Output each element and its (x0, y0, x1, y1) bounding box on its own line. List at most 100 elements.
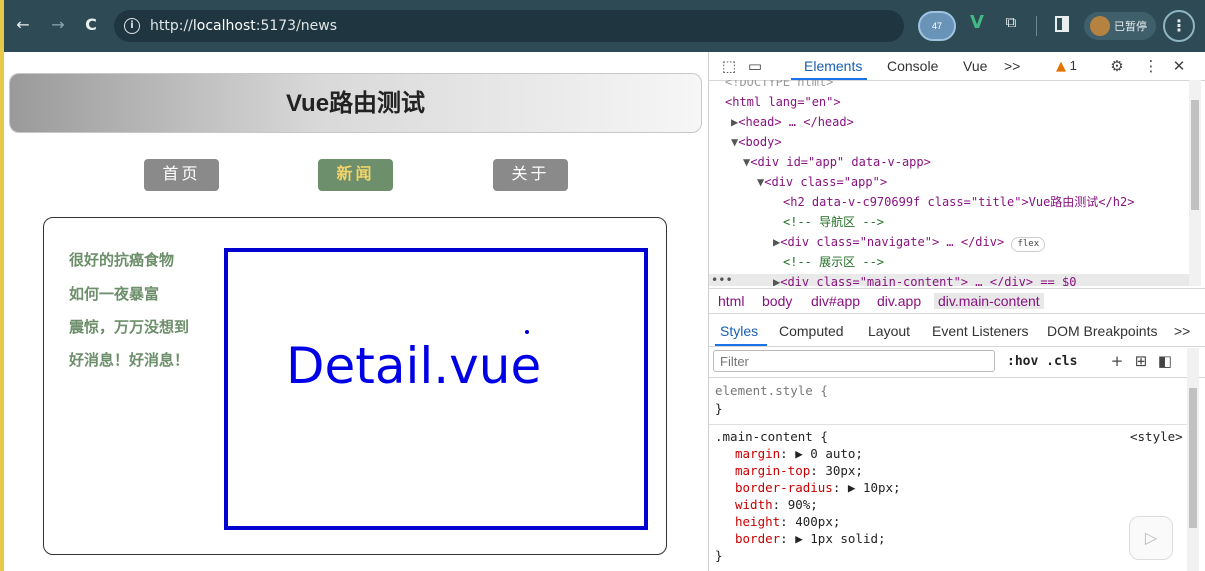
news-link[interactable]: 很好的抗癌食物 (69, 251, 174, 271)
browser-menu-icon[interactable]: ⋮ (1163, 10, 1195, 42)
profile-button[interactable]: 已暂停 (1084, 12, 1156, 40)
side-panel-icon[interactable] (1055, 16, 1069, 32)
rule-selector[interactable]: .main-content { (715, 428, 828, 445)
tab-styles[interactable]: Styles (720, 323, 758, 339)
news-link[interactable]: 好消息！好消息！ (69, 351, 189, 371)
address-bar[interactable]: i http://localhost:5173/news (114, 10, 904, 42)
breadcrumb-item[interactable]: html (718, 293, 744, 309)
element-style-selector[interactable]: element.style { (715, 382, 828, 399)
breadcrumb: html body div#app div.app div.main-conte… (709, 288, 1205, 314)
nav-about-link[interactable]: 关于 (493, 159, 568, 191)
css-property[interactable]: border-radius: ▶ 10px; (735, 479, 901, 496)
devtools-panel: ⬚ ▭ Elements Console Vue >> ▲ 1 ⚙ ⋮ ✕ <!… (708, 52, 1205, 571)
dom-node-body[interactable]: ▼<body> (731, 132, 782, 152)
css-property-name: height (735, 514, 781, 529)
window-edge-left (0, 52, 4, 571)
css-property[interactable]: margin-top: 30px; (735, 462, 863, 479)
dom-comment[interactable]: <!-- 展示区 --> (783, 252, 884, 272)
dom-node-main-content[interactable]: ▶<div class="main-content"> … </div> == … (773, 272, 1076, 286)
tab-layout[interactable]: Layout (868, 323, 910, 339)
dom-node-main-content-text: <div class="main-content"> … </div> == $… (780, 275, 1077, 286)
dom-node[interactable]: <!DOCTYPE html> (725, 80, 833, 92)
css-property-name: margin-top (735, 463, 811, 478)
breadcrumb-item-active[interactable]: div.main-content (934, 293, 1044, 309)
more-tabs-button[interactable]: >> (1004, 58, 1020, 74)
css-property-name: width (735, 497, 773, 512)
browser-toolbar: ← → C i http://localhost:5173/news 47 V … (0, 0, 1205, 52)
news-link[interactable]: 如何一夜暴富 (69, 285, 159, 305)
url-path: :5173/news (255, 18, 338, 34)
dom-node-head-text: <head> … </head> (738, 115, 854, 129)
css-property[interactable]: border: ▶ 1px solid; (735, 530, 886, 547)
warning-count: 1 (1069, 58, 1077, 73)
add-rule-icon[interactable]: + (1107, 351, 1127, 371)
more-style-tabs-button[interactable]: >> (1174, 323, 1190, 339)
app-title-bar: Vue路由测试 (9, 73, 702, 133)
css-property-value: ▶ 1px solid; (795, 531, 886, 546)
close-icon[interactable]: ✕ (1169, 56, 1189, 76)
extensions-icon[interactable]: ⧉ (1002, 13, 1020, 31)
dom-comment[interactable]: <!-- 导航区 --> (783, 212, 884, 232)
device-toolbar-icon[interactable]: ▭ (745, 56, 765, 76)
styles-filter-row: :hov .cls + ⊞ ◧ (709, 347, 1205, 378)
css-property[interactable]: margin: ▶ 0 auto; (735, 445, 863, 462)
styles-scrollbar[interactable] (1187, 348, 1199, 571)
breadcrumb-item[interactable]: div#app (811, 293, 860, 309)
scrollbar-thumb[interactable] (1191, 100, 1199, 210)
rule-source-link[interactable]: <style> (1130, 428, 1183, 445)
news-detail-panel: Detail.vue (224, 248, 648, 530)
close-brace: } (715, 401, 723, 416)
flex-badge[interactable]: flex (1011, 237, 1046, 252)
css-property-value: 400px; (795, 514, 841, 529)
back-icon[interactable]: ← (12, 14, 34, 36)
css-property-name: border-radius (735, 480, 833, 495)
breadcrumb-item[interactable]: body (762, 293, 792, 309)
tab-vue[interactable]: Vue (963, 58, 987, 74)
tab-dom-breakpoints[interactable]: DOM Breakpoints (1047, 323, 1157, 339)
tab-computed[interactable]: Computed (779, 323, 844, 339)
breadcrumb-item[interactable]: div.app (877, 293, 921, 309)
tab-elements[interactable]: Elements (804, 58, 862, 74)
dom-node-app-div[interactable]: ▼<div class="app"> (757, 172, 887, 192)
scrollbar-thumb[interactable] (1189, 388, 1197, 528)
tab-console[interactable]: Console (887, 58, 938, 74)
dom-more-icon[interactable]: ••• (711, 270, 733, 286)
hov-cls-toggles[interactable]: :hov .cls (1007, 354, 1077, 369)
styles-filter-input[interactable] (713, 350, 995, 372)
dom-tree-scrollbar[interactable] (1189, 80, 1201, 286)
settings-gear-icon[interactable]: ⚙ (1107, 56, 1127, 76)
css-property[interactable]: height: 400px; (735, 513, 840, 530)
color-format-icon[interactable]: ⊞ (1131, 351, 1151, 371)
page-title: Vue路由测试 (285, 90, 426, 117)
dom-node-app-root[interactable]: ▼<div id="app" data-v-app> (743, 152, 931, 172)
extension-badge-icon[interactable]: 47 (918, 11, 956, 41)
dom-node-app-root-text: <div id="app" data-v-app> (750, 155, 931, 169)
devtools-menu-icon[interactable]: ⋮ (1141, 56, 1161, 76)
url-scheme: http:// (150, 18, 193, 34)
dom-node-navigate[interactable]: ▶<div class="navigate"> … </div> flex (773, 232, 1046, 252)
toolbar-divider (1036, 16, 1037, 36)
vue-devtools-icon[interactable]: V (970, 12, 984, 33)
tab-event-listeners[interactable]: Event Listeners (932, 323, 1029, 339)
css-property-value: 90%; (787, 497, 818, 512)
css-property[interactable]: width: 90%; (735, 496, 818, 513)
page-viewport: Vue路由测试 首页 新闻 关于 很好的抗癌食物 如何一夜暴富 震惊，万万没想到… (0, 52, 708, 571)
inspect-element-icon[interactable]: ⬚ (719, 56, 739, 76)
site-info-icon[interactable]: i (124, 18, 140, 34)
dom-node-head[interactable]: ▶<head> … </head> (731, 112, 854, 132)
dom-node-html[interactable]: <html lang="en"> (725, 92, 841, 112)
warning-icon: ▲ (1056, 59, 1066, 74)
dom-node-h2[interactable]: <h2 data-v-c970699f class="title">Vue路由测… (783, 192, 1134, 212)
nav-news-link[interactable]: 新闻 (318, 159, 393, 191)
url-text[interactable]: http://localhost:5173/news (150, 17, 337, 35)
play-icon[interactable]: ▷ (1129, 516, 1173, 560)
extension-badge-count: 47 (931, 21, 942, 31)
reload-icon[interactable]: C (80, 14, 102, 36)
sidebar-toggle-icon[interactable]: ◧ (1155, 351, 1175, 371)
nav-home-link[interactable]: 首页 (144, 159, 219, 191)
news-link[interactable]: 震惊，万万没想到 (69, 318, 189, 338)
css-property-name: margin (735, 446, 781, 461)
warnings-badge[interactable]: ▲ 1 (1056, 58, 1077, 74)
forward-icon[interactable]: → (47, 14, 69, 36)
avatar (1090, 16, 1110, 36)
